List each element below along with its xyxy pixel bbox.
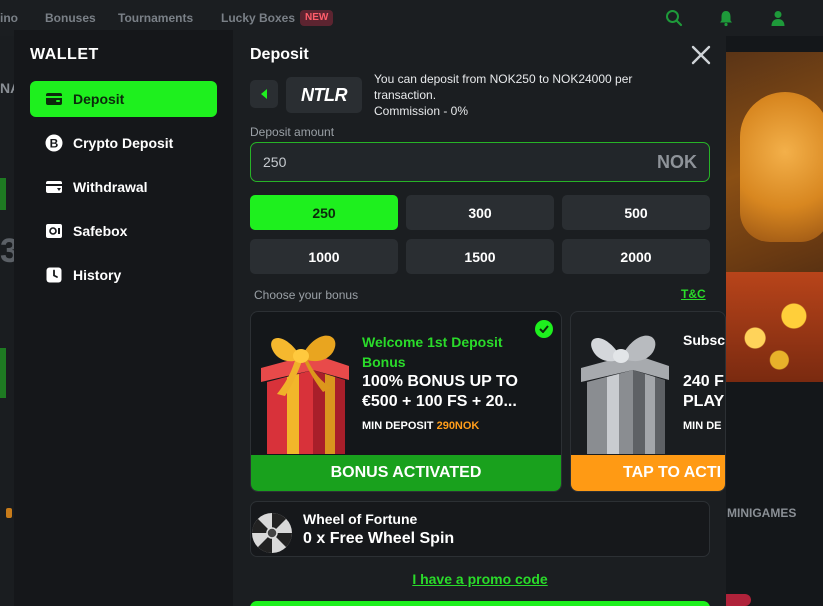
promo-code-link[interactable]: I have a promo code (250, 571, 710, 587)
wheel-icon (252, 513, 292, 553)
commission-text: Commission - 0% (374, 104, 469, 118)
back-button[interactable] (250, 80, 278, 108)
deposit-submit-button[interactable] (250, 601, 710, 606)
amount-button-2000[interactable]: 2000 (562, 239, 710, 274)
nav-item-casino[interactable]: ino (0, 11, 18, 25)
sidebar-item-label: Safebox (73, 223, 128, 239)
sidebar-item-crypto-deposit[interactable]: B Crypto Deposit (30, 125, 217, 161)
min-deposit-label: MIN DEPOSIT (362, 420, 434, 432)
nav-item-lucky-boxes[interactable]: Lucky Boxes (221, 11, 295, 25)
tiger-illustration (740, 92, 823, 242)
sidebar-item-history[interactable]: History (30, 257, 217, 293)
wallet-title: WALLET (30, 46, 99, 63)
wallet-modal: WALLET Deposit B Crypto Deposit Withdraw… (14, 30, 726, 606)
checkmark-icon (535, 320, 553, 338)
wallet-icon (45, 90, 63, 108)
sidebar-item-label: Deposit (73, 91, 125, 107)
minigames-tab[interactable]: MINIGAMES (727, 506, 796, 520)
terms-link[interactable]: T&C (681, 287, 706, 301)
sidebar-item-label: Withdrawal (73, 179, 148, 195)
currency-label: NOK (657, 152, 697, 172)
coins-illustration (726, 272, 823, 382)
background-orange-mark (6, 508, 12, 518)
sidebar-item-deposit[interactable]: Deposit (30, 81, 217, 117)
free-spin-count: 0 x Free Wheel Spin (303, 530, 455, 547)
bonus-card-welcome[interactable]: Welcome 1st Deposit Bonus 100% BONUS UP … (250, 311, 562, 492)
wheel-title: Wheel of Fortune (303, 511, 418, 527)
svg-text:B: B (50, 137, 59, 151)
bonus-card-subscription[interactable]: Subsc 240 F PLAY MIN DE TAP TO ACTI (570, 311, 726, 492)
clock-icon (45, 266, 63, 284)
bonus-headline-line: PLAY (683, 393, 725, 410)
withdraw-icon (45, 178, 63, 196)
nav-item-bonuses[interactable]: Bonuses (45, 11, 96, 25)
nav-item-tournaments[interactable]: Tournaments (118, 11, 193, 25)
new-badge: NEW (300, 10, 334, 26)
gift-icon (581, 335, 669, 454)
sidebar-item-label: History (73, 267, 122, 283)
wheel-of-fortune-card[interactable]: Wheel of Fortune 0 x Free Wheel Spin (250, 501, 710, 557)
safe-icon (45, 222, 63, 240)
min-deposit-value: 290NOK (436, 420, 480, 432)
background-left-strip (0, 36, 14, 606)
deposit-limits-info: You can deposit from NOK250 to NOK24000 … (374, 71, 674, 119)
deposit-amount-input[interactable] (263, 143, 623, 181)
background-green-strip (0, 348, 6, 398)
bonus-min-deposit: MIN DE (683, 420, 722, 432)
bonus-headline: 240 F PLAY (683, 372, 724, 412)
payment-method-logo[interactable]: NTLR (286, 77, 362, 113)
choose-bonus-label: Choose your bonus (254, 288, 359, 302)
bonus-subtitle: Welcome 1st Deposit Bonus (362, 334, 503, 370)
tap-to-activate-button[interactable]: TAP TO ACTI (571, 455, 725, 491)
sidebar-item-label: Crypto Deposit (73, 135, 174, 151)
bonus-headline-line: 240 F (683, 373, 724, 390)
deposit-panel: Deposit NTLR You can deposit from NOK250… (250, 30, 726, 606)
bonus-min-deposit: MIN DEPOSIT 290NOK (362, 420, 479, 432)
bell-icon[interactable] (717, 9, 735, 27)
search-icon[interactable] (665, 9, 683, 27)
info-line: You can deposit from NOK250 to NOK24000 … (374, 72, 633, 86)
amount-button-1000[interactable]: 1000 (250, 239, 398, 274)
close-icon[interactable] (690, 44, 712, 66)
wallet-sidebar: WALLET Deposit B Crypto Deposit Withdraw… (14, 30, 233, 606)
amount-button-300[interactable]: 300 (406, 195, 554, 230)
background-green-strip (0, 178, 6, 210)
bitcoin-icon: B (45, 134, 63, 152)
deposit-amount-field[interactable]: NOK (250, 142, 710, 182)
sidebar-item-withdrawal[interactable]: Withdrawal (30, 169, 217, 205)
promo-banner-image[interactable] (726, 52, 823, 382)
deposit-title: Deposit (250, 46, 309, 63)
amount-button-1500[interactable]: 1500 (406, 239, 554, 274)
bonus-subtitle: Subsc (683, 332, 726, 348)
amount-button-250[interactable]: 250 (250, 195, 398, 230)
user-icon[interactable] (769, 9, 787, 27)
triangle-left-icon (261, 89, 267, 99)
bonus-activated-bar: BONUS ACTIVATED (251, 455, 561, 491)
amount-button-500[interactable]: 500 (562, 195, 710, 230)
deposit-amount-label: Deposit amount (250, 125, 335, 139)
gift-icon (261, 335, 349, 454)
info-line: transaction. (374, 88, 437, 102)
sidebar-item-safebox[interactable]: Safebox (30, 213, 217, 249)
bonus-headline: 100% BONUS UP TO €500 + 100 FS + 20... (362, 373, 518, 410)
